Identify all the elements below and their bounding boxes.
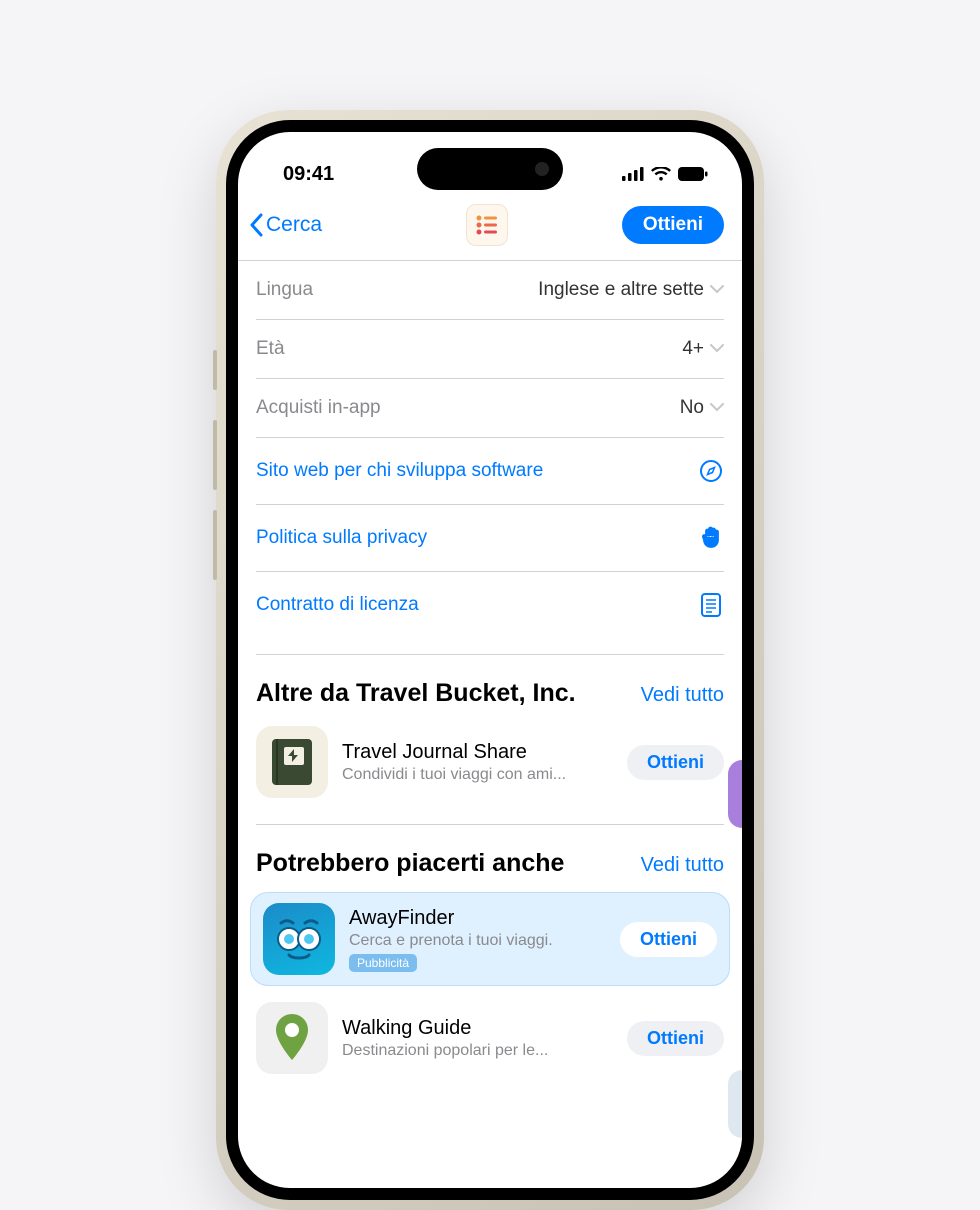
status-icons <box>622 167 708 182</box>
cellular-icon <box>622 167 644 181</box>
list-icon <box>475 214 499 236</box>
get-button[interactable]: Ottieni <box>627 1021 724 1056</box>
app-mini-icon[interactable] <box>466 204 508 246</box>
chevron-left-icon <box>248 213 264 237</box>
age-label: Età <box>256 338 285 360</box>
document-icon <box>698 592 724 618</box>
app-icon-travel-journal <box>256 726 328 798</box>
chevron-down-icon <box>710 285 724 295</box>
app-name: Travel Journal Share <box>342 741 613 764</box>
get-button-primary[interactable]: Ottieni <box>622 206 724 244</box>
app-subtitle: Condividi i tuoi viaggi con ami... <box>342 766 613 784</box>
see-all-link[interactable]: Vedi tutto <box>641 684 724 707</box>
status-time: 09:41 <box>283 163 334 186</box>
language-value: Inglese e altre sette <box>538 279 704 301</box>
adjacent-card-peek[interactable] <box>728 1070 742 1138</box>
app-row-ad[interactable]: AwayFinder Cerca e prenota i tuoi viaggi… <box>250 892 730 986</box>
app-subtitle: Cerca e prenota i tuoi viaggi. <box>349 932 606 950</box>
more-by-section-header: Altre da Travel Bucket, Inc. Vedi tutto <box>256 654 724 716</box>
dynamic-island <box>417 148 563 190</box>
app-row[interactable]: Walking Guide Destinazioni popolari per … <box>256 992 724 1084</box>
app-icon-walking-guide <box>256 1002 328 1074</box>
you-might-like-header: Potrebbero piacerti anche Vedi tutto <box>256 824 724 886</box>
link-label: Sito web per chi sviluppa software <box>256 460 543 482</box>
link-label: Politica sulla privacy <box>256 527 427 549</box>
app-info: Travel Journal Share Condividi i tuoi vi… <box>342 741 613 784</box>
ad-badge: Pubblicità <box>349 954 417 972</box>
iap-row[interactable]: Acquisti in-app No <box>256 379 724 438</box>
battery-icon <box>678 167 708 181</box>
get-button[interactable]: Ottieni <box>620 922 717 957</box>
adjacent-card-peek[interactable] <box>728 760 742 828</box>
language-label: Lingua <box>256 279 313 301</box>
app-icon-awayfinder <box>263 903 335 975</box>
age-row[interactable]: Età 4+ <box>256 320 724 379</box>
iap-value: No <box>680 397 704 419</box>
chevron-down-icon <box>710 403 724 413</box>
side-button <box>213 420 217 490</box>
see-all-link[interactable]: Vedi tutto <box>641 854 724 877</box>
back-label: Cerca <box>266 213 322 237</box>
side-button <box>213 350 217 390</box>
get-button[interactable]: Ottieni <box>627 745 724 780</box>
age-value: 4+ <box>682 338 704 360</box>
language-row[interactable]: Lingua Inglese e altre sette <box>256 261 724 320</box>
app-name: Walking Guide <box>342 1017 613 1040</box>
license-link[interactable]: Contratto di licenza <box>256 572 724 638</box>
app-row[interactable]: Travel Journal Share Condividi i tuoi vi… <box>256 716 724 808</box>
link-label: Contratto di licenza <box>256 594 419 616</box>
section-title: Altre da Travel Bucket, Inc. <box>256 679 576 708</box>
app-info: Walking Guide Destinazioni popolari per … <box>342 1017 613 1060</box>
side-button <box>213 510 217 580</box>
privacy-policy-link[interactable]: Politica sulla privacy <box>256 505 724 572</box>
iap-label: Acquisti in-app <box>256 397 381 419</box>
compass-icon <box>698 458 724 484</box>
chevron-down-icon <box>710 344 724 354</box>
back-button[interactable]: Cerca <box>248 213 322 237</box>
app-subtitle: Destinazioni popolari per le... <box>342 1042 613 1060</box>
wifi-icon <box>651 167 671 182</box>
app-name: AwayFinder <box>349 907 606 930</box>
hand-icon <box>698 525 724 551</box>
section-title: Potrebbero piacerti anche <box>256 849 564 878</box>
developer-website-link[interactable]: Sito web per chi sviluppa software <box>256 438 724 505</box>
nav-bar: Cerca Ottieni <box>238 194 742 261</box>
phone-frame: 09:41 Cerca Ottieni <box>216 110 764 1210</box>
app-info: AwayFinder Cerca e prenota i tuoi viaggi… <box>349 907 606 972</box>
